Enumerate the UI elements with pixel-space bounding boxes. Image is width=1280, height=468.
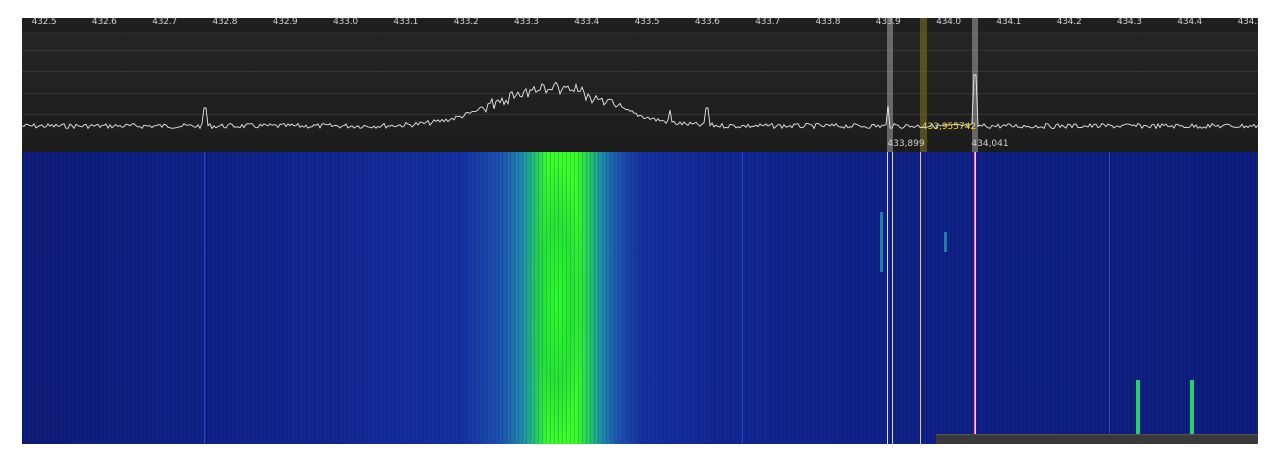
marker-left-label: 433,899 (887, 139, 925, 149)
waterfall-signal-burst (1190, 380, 1194, 438)
marker-right-line-white[interactable] (975, 152, 976, 444)
waterfall-trace-line (742, 152, 743, 444)
control-panel-edge[interactable] (936, 434, 1258, 444)
waterfall-signal-burst (944, 232, 947, 252)
waterfall-signal-burst (880, 212, 883, 272)
waterfall-trace-line (1109, 152, 1110, 444)
waterfall-signal-burst (1136, 380, 1140, 438)
waterfall-trace-line (204, 152, 205, 444)
marker-left-line-edge[interactable] (892, 152, 893, 444)
spectrum-panel[interactable]: 432.5 432.6 432.7 432.8 432.9 433.0 433.1 433.2… (22, 18, 1258, 152)
spectrum-trace (22, 74, 1258, 130)
sdr-application: 432.5 432.6 432.7 432.8 432.9 433.0 433.1 433.2… (22, 18, 1258, 444)
waterfall-noise (22, 152, 1258, 444)
waterfall-display[interactable] (22, 152, 1258, 444)
marker-center-line[interactable] (920, 152, 921, 444)
marker-right-label: 434,041 (971, 139, 1009, 149)
marker-left-line[interactable] (887, 152, 888, 444)
marker-center-label: 433,955742 (921, 122, 977, 132)
